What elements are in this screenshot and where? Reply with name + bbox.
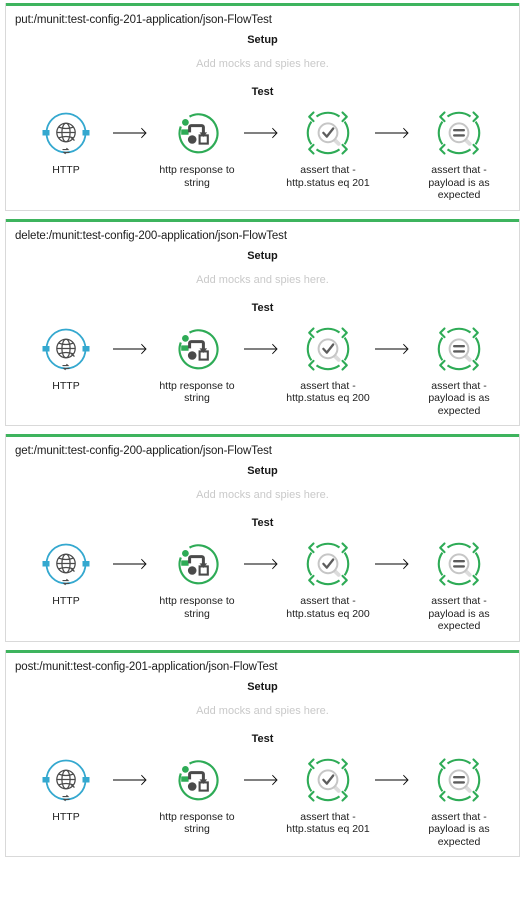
flow-node[interactable]: assert that - payload is as expected: [412, 323, 506, 418]
flow-node[interactable]: HTTP: [19, 107, 113, 177]
flow-node-label: HTTP: [52, 810, 80, 823]
assert-that-icon[interactable]: [302, 323, 354, 375]
flow-node-label: assert that - payload is as expected: [428, 810, 490, 848]
flow-arrow-icon: [375, 538, 412, 590]
flow-node-label: assert that - http.status eq 200: [286, 595, 370, 620]
flow-arrow-icon: [375, 754, 412, 806]
flow-node-label: HTTP: [52, 595, 80, 607]
mocks-and-spies-placeholder[interactable]: Add mocks and spies here.: [13, 705, 512, 717]
setup-section-label: Setup: [247, 680, 278, 693]
flow-panel-body: post:/munit:test-config-201-application/…: [6, 653, 519, 857]
http-listener-icon[interactable]: [40, 323, 92, 375]
flow-node[interactable]: assert that - http.status eq 200: [281, 538, 375, 620]
flow-node[interactable]: assert that - payload is as expected: [412, 107, 506, 202]
flow-node-label: assert that - payload is as expected: [428, 379, 490, 417]
flow-node[interactable]: assert that - http.status eq 201: [281, 107, 375, 189]
flow-node[interactable]: HTTP: [19, 538, 113, 608]
flow-arrow-icon: [113, 538, 150, 590]
flow-arrow-icon: [375, 323, 412, 375]
flow-panel[interactable]: post:/munit:test-config-201-application/…: [5, 649, 520, 857]
assert-equals-icon[interactable]: [433, 538, 485, 590]
test-section-label: Test: [251, 732, 274, 745]
test-section-label: Test: [251, 86, 274, 98]
flow-node-label: http response to string: [159, 595, 235, 620]
setup-section-label: Setup: [247, 465, 278, 477]
http-listener-icon[interactable]: [40, 107, 92, 159]
flow-node-label: assert that - http.status eq 201: [286, 810, 370, 836]
flow-panel-body: put:/munit:test-config-201-application/j…: [6, 6, 519, 210]
transform-message-icon[interactable]: [171, 538, 223, 590]
flow-arrow-icon: [113, 323, 150, 375]
flow-node-label: HTTP: [52, 164, 80, 176]
mocks-and-spies-placeholder[interactable]: Add mocks and spies here.: [13, 274, 512, 286]
flow-node[interactable]: http response to string: [150, 538, 244, 620]
flow-node[interactable]: assert that - payload is as expected: [412, 538, 506, 633]
flow-node-label: http response to string: [159, 810, 235, 836]
flow-panel[interactable]: put:/munit:test-config-201-application/j…: [5, 3, 520, 211]
flow-node[interactable]: HTTP: [19, 323, 113, 393]
flow-node-row: HTTP http response to string assert that…: [13, 754, 512, 849]
flow-panel-body: get:/munit:test-config-200-application/j…: [6, 437, 519, 641]
flow-node-row: HTTP http response to string assert that…: [13, 323, 512, 418]
transform-message-icon[interactable]: [171, 754, 223, 806]
flow-title[interactable]: delete:/munit:test-config-200-applicatio…: [15, 228, 512, 244]
setup-section-label: Setup: [247, 34, 278, 46]
flow-arrow-icon: [244, 323, 281, 375]
flow-node[interactable]: http response to string: [150, 323, 244, 405]
assert-equals-icon[interactable]: [433, 323, 485, 375]
flow-node-row: HTTP http response to string assert that…: [13, 538, 512, 633]
assert-equals-icon[interactable]: [433, 754, 485, 806]
flow-panel[interactable]: delete:/munit:test-config-200-applicatio…: [5, 218, 520, 426]
flow-arrow-icon: [244, 107, 281, 159]
flow-node-label: assert that - payload is as expected: [428, 595, 490, 632]
flow-node[interactable]: assert that - payload is as expected: [412, 754, 506, 849]
flow-arrow-icon: [113, 754, 150, 806]
transform-message-icon[interactable]: [171, 323, 223, 375]
flow-node-label: HTTP: [52, 379, 80, 392]
http-listener-icon[interactable]: [40, 754, 92, 806]
flow-arrow-icon: [244, 754, 281, 806]
test-section-label: Test: [251, 517, 274, 529]
test-section-label: Test: [251, 301, 274, 314]
flow-node-label: assert that - http.status eq 201: [286, 164, 370, 189]
flow-node-label: http response to string: [159, 379, 235, 405]
mocks-and-spies-placeholder[interactable]: Add mocks and spies here.: [13, 489, 512, 501]
assert-equals-icon[interactable]: [433, 107, 485, 159]
flow-panel-body: delete:/munit:test-config-200-applicatio…: [6, 222, 519, 426]
munit-flows-canvas: put:/munit:test-config-201-application/j…: [0, 0, 525, 916]
transform-message-icon[interactable]: [171, 107, 223, 159]
assert-that-icon[interactable]: [302, 538, 354, 590]
flow-arrow-icon: [113, 107, 150, 159]
http-listener-icon[interactable]: [40, 538, 92, 590]
flow-title[interactable]: post:/munit:test-config-201-application/…: [15, 659, 512, 675]
flow-node[interactable]: assert that - http.status eq 200: [281, 323, 375, 405]
flow-node[interactable]: http response to string: [150, 107, 244, 189]
flow-node[interactable]: http response to string: [150, 754, 244, 836]
flow-title[interactable]: put:/munit:test-config-201-application/j…: [15, 12, 512, 28]
flow-node-label: assert that - http.status eq 200: [286, 379, 370, 405]
assert-that-icon[interactable]: [302, 754, 354, 806]
mocks-and-spies-placeholder[interactable]: Add mocks and spies here.: [13, 58, 512, 70]
setup-section-label: Setup: [247, 249, 278, 262]
flow-node[interactable]: HTTP: [19, 754, 113, 824]
flow-arrow-icon: [375, 107, 412, 159]
flow-node[interactable]: assert that - http.status eq 201: [281, 754, 375, 836]
flow-arrow-icon: [244, 538, 281, 590]
flow-node-label: assert that - payload is as expected: [428, 164, 490, 201]
flow-title[interactable]: get:/munit:test-config-200-application/j…: [15, 443, 512, 459]
flow-node-label: http response to string: [159, 164, 235, 189]
flow-panel[interactable]: get:/munit:test-config-200-application/j…: [5, 434, 520, 642]
assert-that-icon[interactable]: [302, 107, 354, 159]
flow-node-row: HTTP http response to string assert that…: [13, 107, 512, 202]
